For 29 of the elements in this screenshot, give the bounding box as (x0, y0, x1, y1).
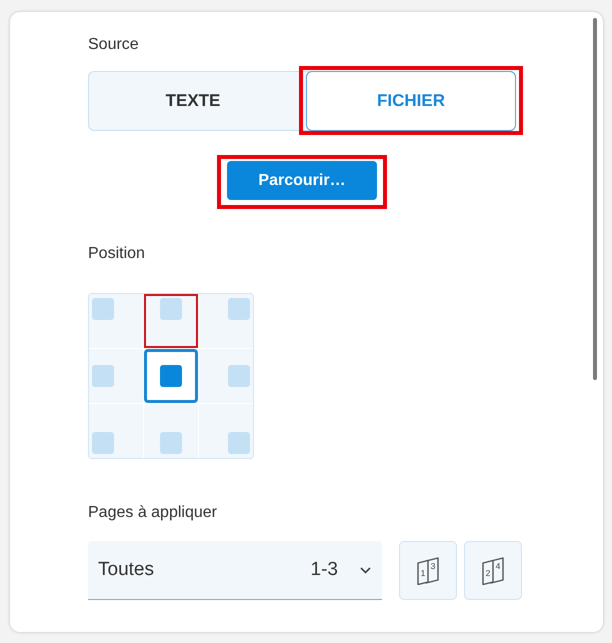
section-label: Pages à appliquer (88, 503, 217, 523)
position-cell[interactable] (89, 294, 143, 348)
source-tab[interactable]: TEXTE (89, 72, 297, 130)
position-cell[interactable] (199, 294, 253, 348)
browse-button[interactable]: Parcourir… (227, 161, 377, 200)
position-cell[interactable] (144, 404, 198, 458)
section-label: Position (88, 244, 145, 264)
square-marker-icon (92, 298, 114, 320)
square-marker-icon (92, 365, 114, 387)
section-label: Source (88, 35, 139, 55)
square-marker-icon (160, 365, 182, 387)
position-cell[interactable] (199, 349, 253, 403)
chevron-down-icon (360, 566, 371, 574)
square-marker-icon (228, 298, 250, 320)
square-marker-icon (160, 432, 182, 454)
position-cell[interactable] (144, 349, 198, 403)
position-cell[interactable] (89, 349, 143, 403)
position-cell[interactable] (89, 404, 143, 458)
source-tab[interactable]: FICHIER (306, 71, 516, 131)
square-marker-icon (228, 432, 250, 454)
position-cell[interactable] (199, 404, 253, 458)
square-marker-icon (160, 298, 182, 320)
position-cell[interactable] (144, 294, 198, 348)
square-marker-icon (228, 365, 250, 387)
scrollbar-thumb[interactable] (593, 18, 597, 380)
page-order-button[interactable]: 2 4 (464, 541, 522, 600)
pages-dropdown[interactable]: Toutes 1-3 (88, 541, 382, 600)
page-order-button[interactable]: 1 3 (399, 541, 457, 600)
square-marker-icon (92, 432, 114, 454)
